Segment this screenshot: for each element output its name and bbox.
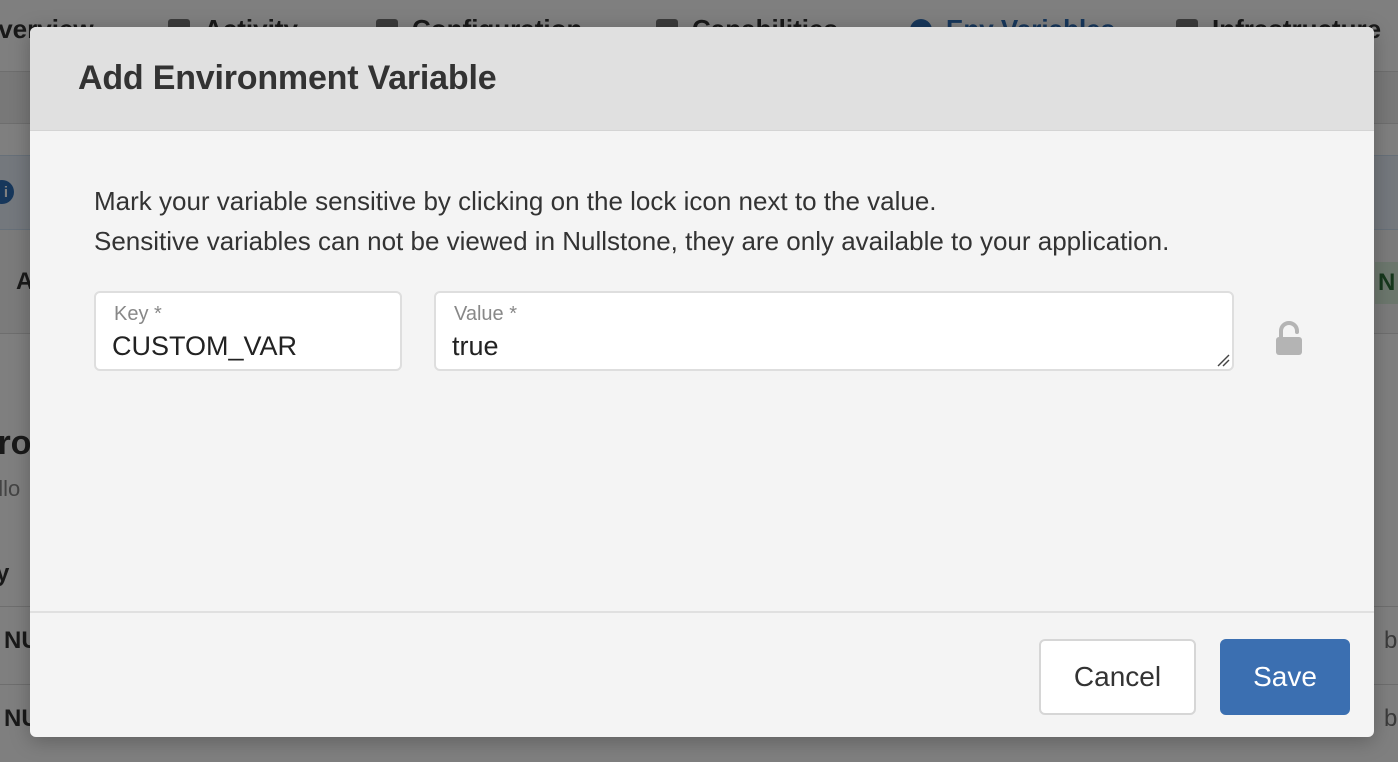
- value-field[interactable]: Value * true: [434, 291, 1234, 371]
- value-textarea[interactable]: true: [452, 331, 1192, 367]
- key-field-label: Key *: [114, 303, 162, 325]
- save-button[interactable]: Save: [1220, 639, 1350, 715]
- value-field-label: Value *: [454, 303, 518, 325]
- key-field[interactable]: Key *: [94, 291, 402, 371]
- key-input[interactable]: [112, 331, 382, 362]
- unlock-icon[interactable]: [1272, 321, 1306, 357]
- help-line: Mark your variable sensitive by clicking…: [94, 186, 937, 216]
- resize-handle-icon[interactable]: [1214, 351, 1230, 367]
- cancel-button[interactable]: Cancel: [1039, 639, 1196, 715]
- help-line: Sensitive variables can not be viewed in…: [94, 226, 1170, 256]
- help-text: Mark your variable sensitive by clicking…: [94, 181, 1169, 261]
- modal-header: Add Environment Variable: [30, 27, 1374, 131]
- modal-title: Add Environment Variable: [78, 59, 497, 97]
- add-env-variable-modal: Add Environment Variable Mark your varia…: [30, 27, 1374, 737]
- modal-footer: Cancel Save: [30, 611, 1374, 737]
- modal-body: Mark your variable sensitive by clicking…: [30, 131, 1374, 611]
